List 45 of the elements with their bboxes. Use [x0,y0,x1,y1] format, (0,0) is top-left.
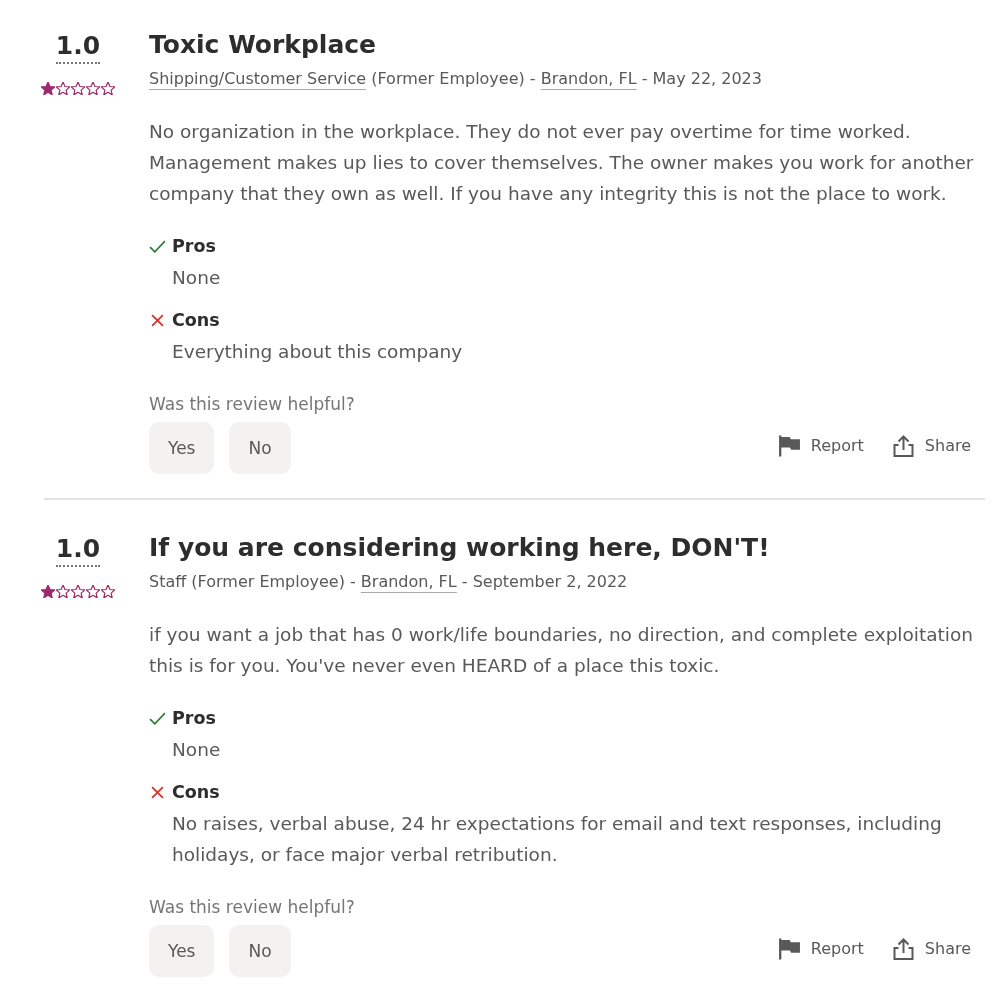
review-text: if you want a job that has 0 work/life boundaries, no direction, and complete exploitation this is for you. You've never even HEARD of a place this toxic. [149,623,974,678]
helpful-question: Was this review helpful? [149,896,355,918]
check-icon [149,712,166,725]
flag-icon [777,435,801,457]
share-button[interactable]: Share [891,937,971,961]
location-link[interactable]: Brandon, FL [360,572,457,591]
review-meta: Shipping/Customer Service (Former Employee) - Brandon, FL - May 22, 2023 [149,68,763,90]
report-button[interactable]: Report [777,434,864,458]
cross-icon [151,786,164,799]
pros-text: None [172,738,222,762]
cons-label: Cons [172,309,220,332]
review-meta: Staff (Former Employee) - Brandon, FL - September 2, 2022 [149,571,629,593]
empty-star-icon [71,585,85,598]
empty-star-icon [86,585,100,598]
check-icon [149,240,166,253]
filled-star-icon [41,585,55,598]
yes-button[interactable]: Yes [149,925,215,977]
review-text: No organization in the workplace. They do not ever pay overtime for time worked. Management makes up lies to cover themselves. The owner makes you work for another company that they own as well. If you have any integrity this is not the place to work. [149,120,975,206]
review-title: Toxic Workplace [149,29,378,61]
location-link[interactable]: Brandon, FL [540,69,637,88]
cons-label: Cons [172,781,220,804]
yes-button[interactable]: Yes [149,422,215,474]
empty-star-icon [101,585,115,598]
rating-value: 1.0 [55,30,101,64]
pros-label: Pros [172,235,216,258]
filled-star-icon [41,82,55,95]
flag-icon [777,938,801,960]
pros-label: Pros [172,707,216,730]
share-button[interactable]: Share [891,434,971,458]
share-icon [891,435,915,457]
no-button[interactable]: No [229,925,291,977]
review-title: If you are considering working here, DON'T! [149,532,771,564]
report-button[interactable]: Report [777,937,864,961]
no-button[interactable]: No [229,422,291,474]
job-title-link[interactable]: Shipping/Customer Service [149,69,367,88]
empty-star-icon [86,82,100,95]
cons-text: Everything about this company [172,340,464,364]
empty-star-icon [71,82,85,95]
pros-text: None [172,266,222,290]
share-icon [891,938,915,960]
helpful-question: Was this review helpful? [149,393,355,415]
empty-star-icon [101,82,115,95]
cons-text: No raises, verbal abuse, 24 hr expectations for email and text responses, including holidays, or face major verbal retribution. [172,812,943,867]
rating-value: 1.0 [55,533,101,567]
cross-icon [151,314,164,327]
